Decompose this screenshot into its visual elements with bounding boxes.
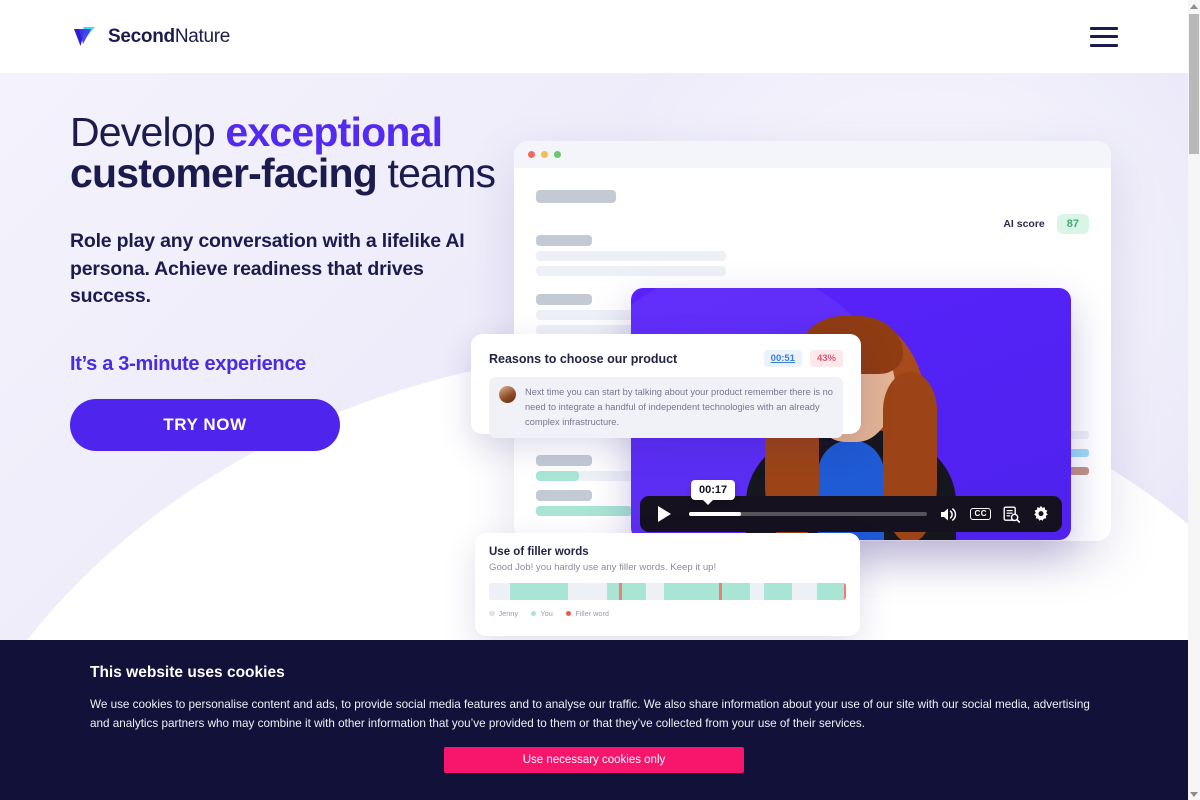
try-now-button[interactable]: TRY NOW (70, 399, 340, 452)
brand-logo-light: Nature (174, 25, 231, 47)
timeline-segment (606, 583, 647, 600)
skeleton-bar (536, 455, 592, 466)
legend-label: Filler word (575, 609, 609, 618)
window-dot-yellow (541, 151, 548, 158)
feedback-card-body: Next time you can start by talking about… (489, 377, 843, 439)
timeline-segment (817, 583, 846, 600)
volume-icon[interactable] (939, 506, 958, 523)
skeleton-bar-mint (536, 471, 579, 481)
cookie-banner-text: We use cookies to personalise content an… (90, 698, 1090, 730)
legend-item-filler-word: Filler word (565, 609, 609, 618)
use-necessary-cookies-only-button[interactable]: Use necessary cookies only (444, 747, 744, 774)
filler-word-marker (619, 583, 622, 600)
hamburger-line-1 (1090, 26, 1118, 30)
legend-label: Jenny (498, 609, 518, 618)
legend-swatch (530, 610, 537, 617)
skeleton-bar (536, 490, 592, 501)
site-header: SecondNature (0, 0, 1188, 73)
feedback-card-header: Reasons to choose our product 00:51 43% (489, 350, 843, 367)
legend-swatch (565, 610, 572, 617)
video-progress-bar[interactable] (689, 512, 928, 516)
skeleton-bar (536, 190, 616, 203)
hero-subheadline: Role play any conversation with a lifeli… (70, 230, 465, 308)
hamburger-line-3 (1090, 43, 1118, 47)
filler-words-legend: Jenny You Filler word (489, 609, 846, 618)
avatar (499, 386, 516, 403)
headline-part-2: customer-facing (70, 150, 378, 196)
skeleton-paragraph-1 (536, 235, 1111, 276)
brand-logo-text: SecondNature (108, 26, 230, 48)
hamburger-menu-icon[interactable] (1090, 26, 1118, 47)
skeleton-bar-mint (536, 506, 632, 516)
hero-tagline: It’s a 3-minute experience (70, 353, 306, 376)
timeline-segment (663, 583, 750, 600)
play-icon[interactable] (658, 506, 671, 522)
cookie-banner-actions: Use necessary cookies only (90, 747, 1098, 774)
filler-words-title: Use of filler words (489, 546, 589, 558)
cc-icon[interactable]: CC (970, 508, 991, 520)
scroll-down-glyph (1190, 791, 1198, 797)
scroll-down-arrow-icon[interactable] (1188, 788, 1200, 800)
skeleton-bar (536, 251, 726, 261)
cookie-banner: This website uses cookies We use cookies… (0, 640, 1188, 800)
brand-logo[interactable]: SecondNature (70, 22, 230, 52)
gear-icon[interactable] (1032, 505, 1050, 523)
mockup-titlebar (514, 141, 1111, 168)
legend-item-jenny: Jenny (489, 609, 518, 618)
ai-score-badge: 87 (1056, 214, 1089, 234)
headline-part-1: Develop (70, 109, 226, 155)
filler-words-subtitle: Good Job! you hardly use any filler word… (489, 562, 717, 573)
scrollbar[interactable] (1188, 0, 1200, 800)
scroll-up-glyph (1190, 3, 1198, 9)
headline-part-3: teams (376, 150, 496, 196)
legend-label: You (540, 609, 553, 618)
brand-logo-bold: Second (108, 25, 175, 47)
legend-swatch (489, 610, 495, 617)
legend-item-you: You (530, 609, 553, 618)
video-time-tooltip: 00:17 (691, 480, 736, 505)
skeleton-heading-block (536, 190, 1111, 203)
page-title: Develop exceptional customer-facing team… (70, 112, 540, 194)
hamburger-line-2 (1090, 35, 1118, 38)
feedback-percent-badge: 43% (809, 350, 843, 367)
transcript-search-icon[interactable] (1003, 506, 1020, 523)
feedback-card-metrics: 00:51 43% (763, 350, 843, 367)
cookie-banner-title: This website uses cookies (90, 664, 285, 681)
filler-word-marker (844, 583, 846, 600)
scroll-up-arrow-icon[interactable] (1188, 0, 1200, 12)
video-progress-fill (689, 512, 742, 516)
feedback-time-badge[interactable]: 00:51 (763, 350, 802, 367)
page-root: SecondNature Develop exceptional custome… (0, 0, 1200, 800)
skeleton-bar (536, 266, 726, 276)
filler-word-marker (719, 583, 722, 600)
feedback-message: Next time you can start by talking about… (525, 387, 833, 428)
hero-copy: Develop exceptional customer-facing team… (70, 112, 540, 452)
skeleton-bar (536, 235, 592, 246)
skeleton-bar (536, 294, 592, 305)
ai-score: AI score 87 (1003, 214, 1089, 234)
filler-words-timeline (489, 583, 846, 600)
scrollbar-thumb[interactable] (1189, 14, 1199, 154)
feedback-card-title: Reasons to choose our product (489, 351, 678, 366)
window-dot-green (554, 151, 561, 158)
filler-words-card: Use of filler words Good Job! you hardly… (475, 533, 860, 636)
feedback-card: Reasons to choose our product 00:51 43% … (471, 334, 861, 439)
timeline-segment (510, 583, 568, 600)
timeline-segment (763, 583, 793, 600)
headline-accent: exceptional (225, 109, 443, 155)
ai-score-label: AI score (1003, 218, 1045, 230)
second-nature-v-mark-icon (70, 22, 100, 52)
cc-label: CC (970, 508, 991, 520)
